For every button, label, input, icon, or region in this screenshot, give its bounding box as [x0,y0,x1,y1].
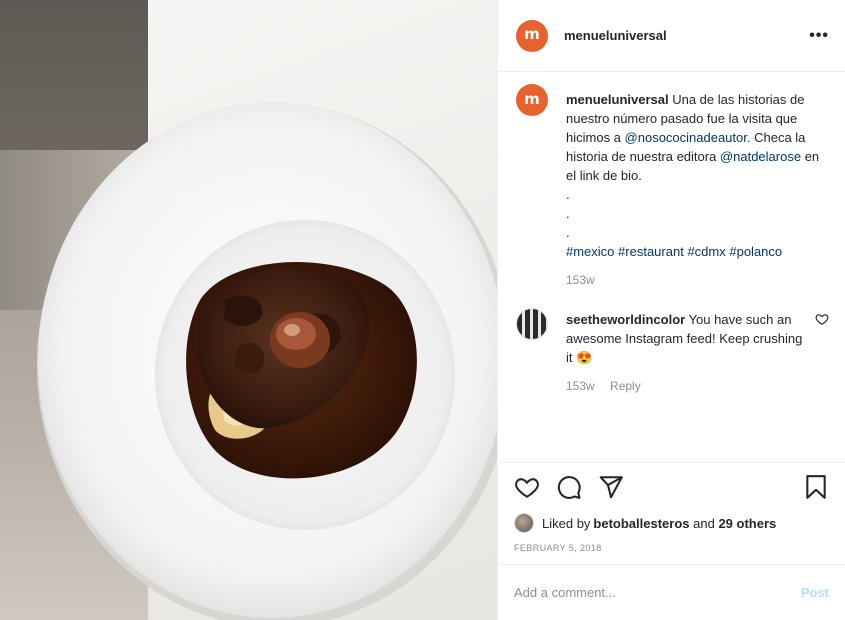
caption-meta: 153w [566,271,829,290]
comment-meta: 153w Reply [566,377,807,396]
comment-username[interactable]: seetheworldincolor [566,312,685,327]
post-sidebar: m menueluniversal ••• m menueluniversal … [497,0,845,620]
logo-letter: m [524,25,540,43]
caption-username[interactable]: menueluniversal [566,92,669,107]
header-username[interactable]: menueluniversal [564,28,809,43]
add-comment-input[interactable] [514,585,801,600]
comment-bubble-icon[interactable] [556,474,582,500]
liker-avatar[interactable] [514,513,534,533]
post-photo[interactable] [0,0,497,620]
instagram-post-view: m menueluniversal ••• m menueluniversal … [0,0,845,620]
more-options-icon[interactable]: ••• [809,27,829,45]
post-comment-button[interactable]: Post [801,585,829,600]
hashtag-link[interactable]: #restaurant [618,244,684,259]
caption-body: menueluniversal Una de las historias de … [566,84,829,290]
hashtag-link[interactable]: #mexico [566,244,614,259]
caption-timestamp[interactable]: 153w [566,273,595,287]
like-comment-heart-icon[interactable] [815,312,829,326]
comment-text: seetheworldincolor You have such an awes… [566,310,807,367]
save-bookmark-icon[interactable] [803,474,829,500]
dish-illustration [37,102,497,620]
liked-and-label: and [689,515,719,531]
like-heart-icon[interactable] [514,474,540,500]
caption-dot: . [566,225,570,240]
profile-avatar[interactable]: m [516,19,548,52]
comment-timestamp[interactable]: 153w [566,379,595,393]
caption-dot: . [566,187,570,202]
comment-item: seetheworldincolor You have such an awes… [516,308,829,396]
action-icons [514,473,829,501]
comments-section: m menueluniversal Una de las historias d… [516,84,829,396]
comment-body: seetheworldincolor You have such an awes… [566,308,807,396]
post-header: m menueluniversal ••• [498,0,845,72]
liked-by-user[interactable]: betoballesteros [593,516,689,531]
caption-dot: . [566,206,570,221]
caption-text: menueluniversal Una de las historias de … [566,90,829,185]
post-date[interactable]: FEBRUARY 5, 2018 [514,543,829,553]
share-paper-plane-icon[interactable] [598,474,624,500]
reply-button[interactable]: Reply [610,379,641,393]
post-actions: Liked by betoballesteros and 29 others F… [498,462,845,553]
liked-by-label: Liked by [542,515,591,531]
add-comment-bar: Post [498,564,845,620]
caption: m menueluniversal Una de las historias d… [516,84,829,290]
commenter-avatar[interactable] [516,308,548,340]
mention-link[interactable]: @nosococinadeautor [625,130,747,145]
hashtag-link[interactable]: #cdmx [687,244,725,259]
caption-avatar[interactable]: m [516,84,548,116]
heart-eyes-emoji: 😍 [576,350,593,365]
mention-link[interactable]: @natdelarose [720,149,801,164]
likes-summary: Liked by betoballesteros and 29 others [514,513,829,533]
hashtag-link[interactable]: #polanco [729,244,782,259]
liked-others-link[interactable]: 29 others [718,516,776,531]
logo-letter: m [524,89,540,108]
hashtags: #mexico #restaurant #cdmx #polanco [566,242,829,261]
